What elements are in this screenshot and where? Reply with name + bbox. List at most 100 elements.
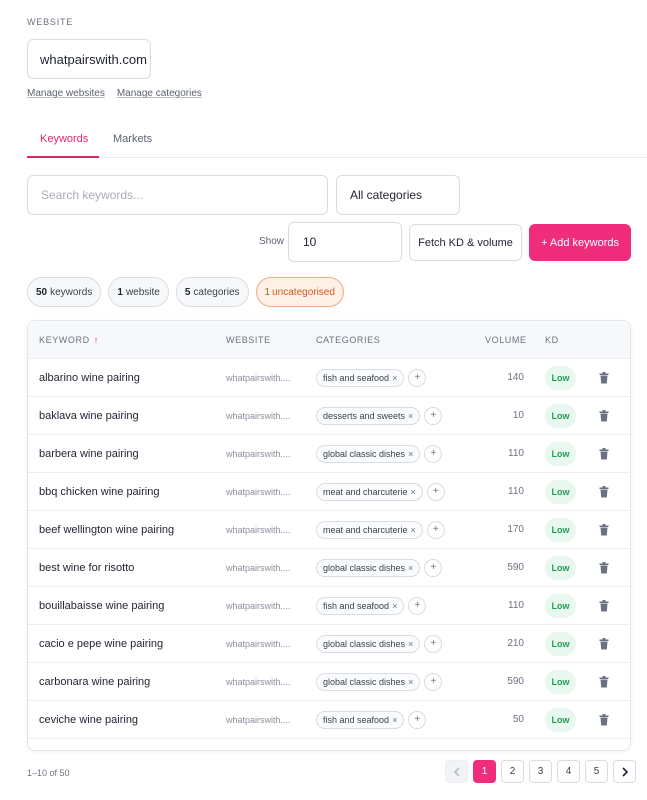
tab-keywords[interactable]: Keywords xyxy=(40,133,88,145)
page-button-1[interactable]: 1 xyxy=(473,760,496,783)
category-tag-label: fish and seafood xyxy=(323,600,390,611)
kd-cell: Low xyxy=(545,473,576,510)
trash-icon[interactable] xyxy=(599,359,609,396)
categories-cell: global classic dishes × + xyxy=(316,549,443,586)
category-filter-select[interactable]: All categories xyxy=(336,175,460,215)
trash-icon[interactable] xyxy=(599,397,609,434)
category-tag-label: meat and charcuterie xyxy=(323,524,408,535)
table-row: barbera wine pairing whatpairswith.... glo… xyxy=(28,435,630,473)
plus-icon[interactable]: + xyxy=(408,596,427,615)
plus-icon[interactable]: + xyxy=(408,368,427,387)
category-tag: fish and seafood × xyxy=(316,368,405,387)
tab-markets[interactable]: Markets xyxy=(113,133,152,145)
plus-icon[interactable]: + xyxy=(426,482,445,501)
plus-icon[interactable]: + xyxy=(426,520,445,539)
active-tab-indicator xyxy=(27,156,99,158)
search-input[interactable] xyxy=(27,175,328,215)
header-links: Manage websites Manage categories xyxy=(27,88,202,99)
manage-categories-link[interactable]: Manage categories xyxy=(117,88,202,99)
summary-chips: 50 keywords 1 website 5 categories 1 uncateg… xyxy=(27,277,344,307)
plus-icon[interactable]: + xyxy=(408,710,427,729)
plus-icon[interactable]: + xyxy=(424,406,443,425)
chevron-right-icon xyxy=(621,766,628,777)
category-tag-label: global classic dishes xyxy=(323,638,406,649)
plus-icon[interactable]: + xyxy=(424,634,443,653)
trash-icon[interactable] xyxy=(599,511,609,548)
manage-websites-link[interactable]: Manage websites xyxy=(27,88,105,99)
categories-column-header[interactable]: CATEGORIES xyxy=(316,335,380,345)
website-cell: whatpairswith.... xyxy=(226,638,291,649)
close-icon[interactable]: × xyxy=(411,525,416,535)
trash-icon[interactable] xyxy=(599,587,609,624)
chip-number: 5 xyxy=(184,286,191,298)
page-button-2[interactable]: 2 xyxy=(501,760,524,783)
close-icon[interactable]: × xyxy=(392,601,397,611)
add-keywords-button[interactable]: + Add keywords xyxy=(529,224,631,261)
trash-icon[interactable] xyxy=(599,549,609,586)
chip-number: 50 xyxy=(36,286,48,298)
categories-count-chip[interactable]: 5 categories xyxy=(175,277,249,307)
website-count-chip[interactable]: 1 website xyxy=(108,277,169,307)
plus-icon[interactable]: + xyxy=(424,558,443,577)
rows-per-page-input[interactable]: 10 xyxy=(288,222,402,262)
table-row: cacio e pepe wine pairing whatpairswith..… xyxy=(28,625,630,663)
close-icon[interactable]: × xyxy=(408,449,413,459)
page-button-3[interactable]: 3 xyxy=(529,760,552,783)
keywords-count-chip[interactable]: 50 keywords xyxy=(27,277,102,307)
kd-cell: Low xyxy=(545,397,576,434)
tab-bar: Keywords Markets xyxy=(27,121,647,158)
close-icon[interactable]: × xyxy=(408,639,413,649)
pagination: 1 2 3 4 5 xyxy=(445,760,636,783)
category-tag: meat and charcuterie × xyxy=(316,482,423,501)
website-cell: whatpairswith.... xyxy=(226,676,291,687)
uncategorised-count-chip[interactable]: 1 uncategorised xyxy=(255,277,344,307)
trash-icon[interactable] xyxy=(599,663,609,700)
website-column-header[interactable]: WEBSITE xyxy=(226,335,271,345)
website-cell: whatpairswith.... xyxy=(226,562,291,573)
volume-cell: 590 xyxy=(507,562,524,573)
trash-icon[interactable] xyxy=(599,701,609,738)
close-icon[interactable]: × xyxy=(408,563,413,573)
page-button-4[interactable]: 4 xyxy=(557,760,580,783)
table-row: bbq chicken wine pairing whatpairswith...… xyxy=(28,473,630,511)
keyword-column-header[interactable]: KEYWORD ↑ xyxy=(39,335,99,345)
chip-text: categories xyxy=(193,286,240,298)
page-button-5[interactable]: 5 xyxy=(585,760,608,783)
close-icon[interactable]: × xyxy=(408,677,413,687)
category-tag: meat and charcuterie × xyxy=(316,520,423,539)
trash-icon[interactable] xyxy=(599,473,609,510)
close-icon[interactable]: × xyxy=(408,411,413,421)
table-row: baklava wine pairing whatpairswith.... des… xyxy=(28,397,630,435)
kd-column-header[interactable]: KD xyxy=(545,335,559,345)
trash-icon[interactable] xyxy=(599,625,609,662)
table-row: albarino wine pairing whatpairswith.... fi… xyxy=(28,359,630,397)
volume-cell: 590 xyxy=(507,676,524,687)
volume-column-header[interactable]: VOLUME xyxy=(485,335,527,345)
volume-cell: 210 xyxy=(507,638,524,649)
keyword-cell: carbonara wine pairing xyxy=(39,675,151,688)
kd-badge: Low xyxy=(545,441,576,466)
trash-icon[interactable] xyxy=(599,435,609,472)
chevron-left-icon xyxy=(453,766,460,777)
categories-cell: global classic dishes × + xyxy=(316,663,443,700)
fetch-kd-volume-button[interactable]: Fetch KD & volume xyxy=(409,224,522,261)
table-row: bouillabaisse wine pairing whatpairswith.… xyxy=(28,587,630,625)
close-icon[interactable]: × xyxy=(392,715,397,725)
next-page-button[interactable] xyxy=(613,760,636,783)
kd-cell: Low xyxy=(545,663,576,700)
plus-icon[interactable]: + xyxy=(424,444,443,463)
kd-cell: Low xyxy=(545,625,576,662)
table-row: ceviche wine pairing whatpairswith.... fis… xyxy=(28,701,630,739)
prev-page-button[interactable] xyxy=(445,760,468,783)
close-icon[interactable]: × xyxy=(411,487,416,497)
website-select[interactable]: whatpairswith.com xyxy=(27,39,151,79)
keyword-cell: cacio e pepe wine pairing xyxy=(39,637,164,650)
volume-cell: 110 xyxy=(508,486,524,497)
keyword-cell: beef wellington wine pairing xyxy=(39,523,175,536)
kd-badge: Low xyxy=(545,631,576,656)
website-cell: whatpairswith.... xyxy=(226,410,291,421)
plus-icon[interactable]: + xyxy=(424,672,443,691)
close-icon[interactable]: × xyxy=(392,373,397,383)
chip-text: website xyxy=(125,286,160,298)
category-tag-label: fish and seafood xyxy=(323,372,390,383)
